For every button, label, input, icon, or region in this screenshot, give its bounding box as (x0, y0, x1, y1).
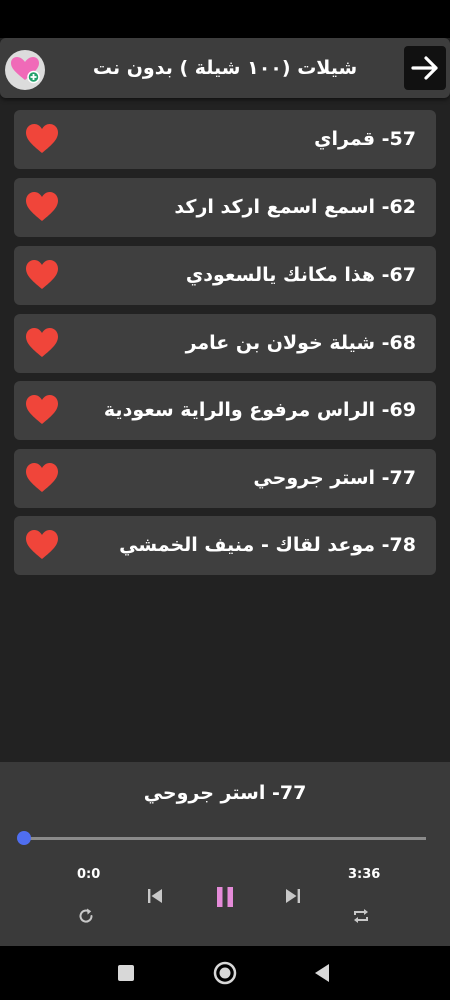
pause-icon[interactable] (212, 884, 238, 910)
heart-icon[interactable] (24, 393, 60, 427)
heart-icon[interactable] (24, 190, 60, 224)
list-item[interactable]: 69- الراس مرفوع والراية سعودية (14, 381, 436, 440)
app-screen: شيلات (١٠٠ شيلة ) بدون نت 57- قمراي 62- … (0, 0, 450, 1000)
list-item[interactable]: 67- هذا مكانك يالسعودي (14, 246, 436, 305)
seek-thumb[interactable] (17, 831, 31, 845)
repeat-all-icon[interactable] (351, 906, 371, 926)
system-nav-bar (0, 946, 450, 1000)
page-title: شيلات (١٠٠ شيلة ) بدون نت (92, 57, 358, 79)
list-item-label: 69- الراس مرفوع والراية سعودية (103, 399, 416, 421)
heart-icon[interactable] (24, 461, 60, 495)
list-item[interactable]: 62- اسمع اسمع اركد اركد (14, 178, 436, 237)
current-time: 0:0 (77, 867, 101, 882)
back-triangle-icon[interactable] (312, 962, 332, 984)
list-item[interactable]: 78- موعد لقاك - منيف الخمشي (14, 516, 436, 575)
heart-icon[interactable] (24, 326, 60, 360)
list-item[interactable]: 77- استر جروحي (14, 449, 436, 508)
heart-icon[interactable] (24, 528, 60, 562)
list-item-label: 62- اسمع اسمع اركد اركد (174, 196, 416, 218)
heart-icon[interactable] (24, 258, 60, 292)
favorites-button[interactable] (5, 50, 45, 90)
app-bar: شيلات (١٠٠ شيلة ) بدون نت (0, 38, 450, 98)
back-button[interactable] (404, 46, 446, 90)
total-time: 3:36 (348, 867, 381, 882)
heart-plus-icon (11, 57, 40, 84)
list-item-label: 67- هذا مكانك يالسعودي (185, 264, 416, 286)
list-item[interactable]: 68- شيلة خولان بن عامر (14, 314, 436, 373)
repeat-icon[interactable] (76, 906, 96, 926)
skip-previous-icon[interactable] (145, 886, 165, 906)
now-playing-title: 77- استر جروحي (143, 782, 307, 804)
list-item-label: 78- موعد لقاك - منيف الخمشي (119, 534, 416, 556)
heart-icon[interactable] (24, 122, 60, 156)
recents-square-icon[interactable] (117, 964, 135, 982)
list-item-label: 77- استر جروحي (253, 467, 416, 489)
arrow-right-icon (411, 56, 438, 80)
list-item-label: 68- شيلة خولان بن عامر (185, 332, 416, 354)
seek-bar[interactable] (24, 837, 426, 840)
list-item-label: 57- قمراي (314, 128, 416, 150)
home-circle-icon[interactable] (213, 961, 237, 985)
media-player: 77- استر جروحي 0:0 3:36 (0, 762, 450, 946)
skip-next-icon[interactable] (283, 886, 303, 906)
status-bar (0, 0, 450, 38)
list-item[interactable]: 57- قمراي (14, 110, 436, 169)
